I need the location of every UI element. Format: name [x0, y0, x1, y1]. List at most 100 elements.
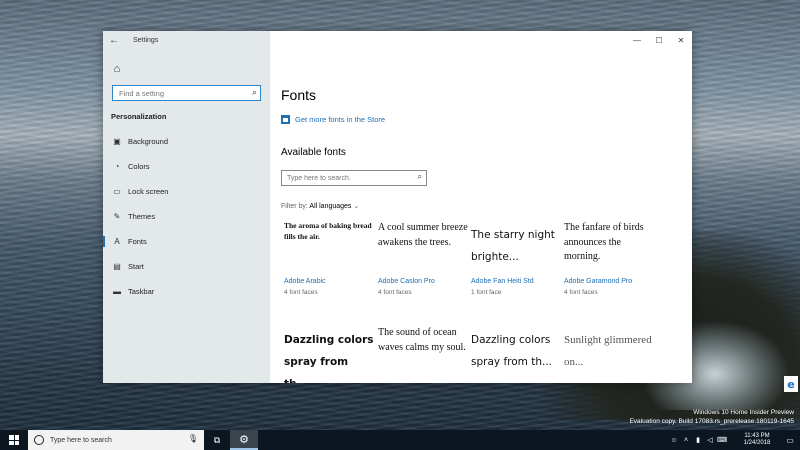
clock[interactable]: 11:43 PM 1/24/2018 — [734, 433, 780, 446]
chevron-down-icon: ⌄ — [353, 203, 360, 210]
font-name: Adobe Garamond Pro — [564, 278, 633, 285]
keyboard-icon[interactable]: ⌨ — [716, 436, 728, 444]
font-name: Adobe Arabic — [284, 278, 326, 285]
window-controls: — ☐ ✕ — [626, 31, 692, 49]
clock-date: 1/24/2018 — [743, 440, 771, 446]
home-icon: ⌂ — [113, 63, 121, 75]
find-setting-field[interactable]: ⌕ — [112, 85, 261, 101]
sidebar-nav: ▣ Background ◔ Colors ▭ Lock screen ✎ Th… — [103, 129, 270, 304]
palette-icon: ◔ — [114, 162, 120, 171]
font-sample: Dazzling colors spray from th... — [284, 334, 374, 383]
search-icon[interactable]: ⌕ — [418, 172, 422, 182]
font-card[interactable]: A cool summer breeze awakens the trees. … — [378, 221, 468, 296]
sidebar-item-label: Lock screen — [128, 187, 169, 196]
taskbar-settings-app[interactable]: ⚙ — [230, 430, 258, 450]
home-button[interactable]: ⌂ — [110, 62, 124, 76]
search-icon[interactable]: ⌕ — [252, 87, 257, 98]
font-sample: Sunlight glimmered on... — [564, 334, 652, 368]
font-name: Adobe Fan Heiti Std — [471, 278, 534, 285]
system-tray: ☺ ˄ ▮ ◁ ⌨ 11:43 PM 1/24/2018 ▭ — [668, 430, 800, 450]
sidebar-item-label: Fonts — [128, 237, 147, 246]
font-icon: A — [114, 237, 120, 246]
maximize-button[interactable]: ☐ — [648, 31, 670, 49]
start-icon: ▤ — [113, 262, 121, 271]
font-card[interactable]: The sound of ocean waves calms my soul. — [378, 326, 468, 378]
taskbar-search[interactable]: Type here to search 🎙︎ — [28, 430, 204, 450]
microphone-icon[interactable]: 🎙︎ — [188, 434, 198, 443]
windows-logo-icon — [9, 435, 19, 445]
evaluation-watermark: Windows 10 Home Insider Preview Evaluati… — [629, 408, 794, 427]
edge-icon[interactable]: e — [784, 376, 798, 392]
sidebar-item-label: Taskbar — [128, 287, 155, 296]
watermark-line: Evaluation copy. Build 17083.rs_prerelea… — [629, 418, 794, 426]
font-card[interactable]: The fanfare of birds announces the morni… — [564, 221, 654, 296]
clock-time: 11:43 PM — [744, 433, 770, 440]
task-view-button[interactable]: ⧉ — [204, 430, 230, 450]
notification-icon[interactable]: ▭ — [780, 436, 800, 445]
picture-icon: ▣ — [113, 137, 121, 146]
font-sample: The starry night brighte... — [471, 229, 555, 264]
filter-value: All languages — [309, 203, 352, 210]
font-search-field[interactable]: ⌕ — [281, 170, 427, 186]
font-sample: The fanfare of birds announces the morni… — [564, 222, 644, 262]
network-icon[interactable]: ▮ — [692, 436, 704, 444]
people-icon[interactable]: ☺ — [668, 437, 680, 444]
font-sample: The sound of ocean waves calms my soul. — [378, 327, 466, 353]
taskbar-search-placeholder: Type here to search — [50, 436, 112, 444]
minimize-button[interactable]: — — [626, 31, 648, 49]
filter-label: Filter by: — [281, 203, 308, 210]
font-sample: The aroma of baking bread fills the air. — [284, 221, 372, 241]
main-content: — ☐ ✕ Fonts Get more fonts in the Store … — [270, 31, 692, 383]
title-bar: ← Settings — [103, 31, 158, 49]
chevron-up-icon[interactable]: ˄ — [680, 437, 692, 444]
sidebar-item-themes[interactable]: ✎ Themes — [103, 204, 270, 229]
font-card[interactable]: The aroma of baking bread fills the air.… — [284, 221, 374, 296]
gear-icon: ⚙ — [239, 433, 249, 446]
sidebar-item-taskbar[interactable]: ▬ Taskbar — [103, 279, 270, 304]
sidebar-item-colors[interactable]: ◔ Colors — [103, 154, 270, 179]
store-link-label: Get more fonts in the Store — [295, 115, 386, 124]
sidebar-item-label: Background — [128, 137, 169, 146]
font-card[interactable]: The starry night brighte... Adobe Fan He… — [471, 221, 561, 296]
font-card[interactable]: Dazzling colors spray from th... — [471, 326, 561, 381]
back-button[interactable]: ← — [103, 31, 125, 49]
font-name: Adobe Caslon Pro — [378, 278, 435, 285]
sidebar-item-label: Start — [128, 262, 144, 271]
close-button[interactable]: ✕ — [670, 31, 692, 49]
sidebar-item-label: Themes — [128, 212, 156, 221]
font-sample: A cool summer breeze awakens the trees. — [378, 222, 468, 248]
sidebar-item-background[interactable]: ▣ Background — [103, 129, 270, 154]
page-title: Fonts — [281, 87, 317, 103]
taskbar: Type here to search 🎙︎ ⧉ ⚙ ☺ ˄ ▮ ◁ ⌨ 11:… — [0, 430, 800, 450]
sidebar: ← Settings ⌂ ⌕ Personalization ▣ Backgro… — [103, 31, 270, 383]
window-title: Settings — [133, 36, 159, 44]
font-sample: Dazzling colors spray from th... — [471, 334, 552, 369]
available-fonts-heading: Available fonts — [281, 147, 346, 158]
task-view-icon: ⧉ — [213, 434, 221, 445]
filter-dropdown[interactable]: Filter by: All languages ⌄ — [281, 202, 359, 210]
settings-window: ← Settings ⌂ ⌕ Personalization ▣ Backgro… — [103, 31, 692, 383]
sidebar-item-start[interactable]: ▤ Start — [103, 254, 270, 279]
monitor-icon: ▭ — [113, 187, 121, 196]
sidebar-item-fonts[interactable]: A Fonts — [103, 229, 270, 254]
section-label: Personalization — [111, 112, 167, 121]
start-button[interactable] — [0, 430, 28, 450]
sidebar-item-label: Colors — [128, 162, 150, 171]
brush-icon: ✎ — [113, 212, 121, 221]
find-setting-input[interactable] — [119, 88, 239, 98]
font-card[interactable]: Dazzling colors spray from th... — [284, 326, 374, 383]
sidebar-item-lock-screen[interactable]: ▭ Lock screen — [103, 179, 270, 204]
font-faces: 4 font faces — [378, 289, 412, 296]
store-link[interactable]: Get more fonts in the Store — [281, 115, 385, 124]
font-faces: 4 font faces — [284, 289, 318, 296]
store-bag-icon — [281, 115, 290, 124]
font-faces: 4 font faces — [564, 289, 598, 296]
watermark-line: Windows 10 Home Insider Preview — [693, 409, 794, 416]
volume-icon[interactable]: ◁ — [704, 436, 716, 444]
cortana-icon — [34, 435, 44, 445]
font-card[interactable]: Sunlight glimmered on... — [564, 326, 654, 381]
taskbar-icon: ▬ — [113, 287, 121, 296]
font-faces: 1 font face — [471, 289, 502, 296]
back-arrow-icon: ← — [109, 34, 119, 46]
font-search-input[interactable] — [287, 174, 407, 182]
